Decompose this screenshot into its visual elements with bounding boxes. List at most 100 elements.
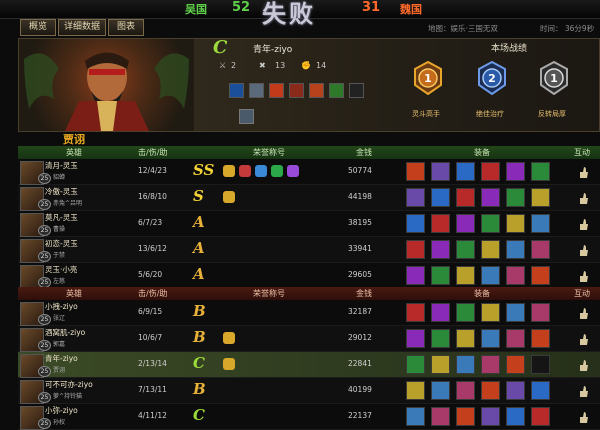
like-icon[interactable]: [578, 333, 588, 345]
item-slot[interactable]: [531, 381, 550, 400]
honor-icon[interactable]: [239, 165, 251, 177]
item-slot[interactable]: [531, 266, 550, 285]
item-slot[interactable]: [456, 188, 475, 207]
item-slot[interactable]: [456, 303, 475, 322]
item-slot[interactable]: [456, 214, 475, 233]
honor-icon[interactable]: [271, 165, 283, 177]
wei-team-score: 31: [362, 0, 381, 15]
like-icon[interactable]: [578, 411, 588, 423]
item-slot[interactable]: [506, 303, 525, 322]
item-slot[interactable]: [431, 266, 450, 285]
item-slot[interactable]: [456, 407, 475, 426]
like-icon[interactable]: [578, 385, 588, 397]
item-slot[interactable]: [506, 188, 525, 207]
item-slot[interactable]: [406, 188, 425, 207]
player-row[interactable]: 25 莫凡-灵玉 曹操 6/7/23 A 38195: [18, 211, 600, 237]
item-slot[interactable]: [406, 214, 425, 233]
item-slot[interactable]: [431, 381, 450, 400]
item-slot[interactable]: [531, 188, 550, 207]
item-slot[interactable]: [481, 407, 500, 426]
item-slot[interactable]: [481, 355, 500, 374]
item-slot[interactable]: [456, 329, 475, 348]
honor-icon[interactable]: [223, 165, 235, 177]
item-slot[interactable]: [481, 381, 500, 400]
item-slot[interactable]: [431, 303, 450, 322]
item-slot[interactable]: [406, 407, 425, 426]
item-slot[interactable]: [481, 303, 500, 322]
item-slot[interactable]: [406, 381, 425, 400]
item-slot[interactable]: [481, 329, 500, 348]
item-slot[interactable]: [481, 266, 500, 285]
item-slot[interactable]: [431, 162, 450, 181]
item-slot[interactable]: [456, 355, 475, 374]
player-row[interactable]: 25 初恋-灵玉 于禁 13/6/12 A 33941: [18, 237, 600, 263]
tab-charts[interactable]: 图表: [108, 19, 144, 36]
player-row[interactable]: 25 灵玉·小亮 左慈 5/6/20 A 29605: [18, 263, 600, 289]
honor-icon[interactable]: [255, 165, 267, 177]
item-slot[interactable]: [431, 407, 450, 426]
item-slot[interactable]: [506, 162, 525, 181]
item-slot[interactable]: [506, 266, 525, 285]
player-row[interactable]: 25 可不可亦-ziyo 萝^持铃猫 7/13/11 B 40199: [18, 378, 600, 404]
like-icon[interactable]: [578, 270, 588, 282]
tab-detailed-data[interactable]: 详细数据: [58, 19, 106, 36]
item-slot[interactable]: [431, 240, 450, 259]
item-slot[interactable]: [481, 214, 500, 233]
like-icon[interactable]: [578, 166, 588, 178]
item-slot[interactable]: [506, 407, 525, 426]
item-slot[interactable]: [456, 266, 475, 285]
item-slot[interactable]: [481, 188, 500, 207]
item-slot[interactable]: [481, 162, 500, 181]
like-icon[interactable]: [578, 244, 588, 256]
item-slot[interactable]: [481, 240, 500, 259]
item-slot[interactable]: [406, 329, 425, 348]
like-icon[interactable]: [578, 307, 588, 319]
item-slot[interactable]: [456, 381, 475, 400]
item-slot[interactable]: [506, 381, 525, 400]
item-slot[interactable]: [431, 214, 450, 233]
item-slot[interactable]: [406, 240, 425, 259]
item-slot[interactable]: [456, 162, 475, 181]
item-slot[interactable]: [531, 162, 550, 181]
item-slot[interactable]: [406, 303, 425, 322]
tab-overview[interactable]: 概览: [20, 19, 56, 36]
player-gold: 29012: [348, 333, 372, 342]
like-icon[interactable]: [578, 218, 588, 230]
item-slot[interactable]: [506, 329, 525, 348]
player-row[interactable]: 25 青年-ziyo 贾诩 2/13/14 C 22841: [18, 352, 600, 378]
item-slot[interactable]: [506, 240, 525, 259]
player-name: 灵玉·小亮: [45, 265, 78, 274]
player-row[interactable]: 25 冷傲-灵玉 赤兔^吕明 16/8/10 S 44198: [18, 185, 600, 211]
player-gold: 29605: [348, 270, 372, 279]
player-row[interactable]: 25 小拽-ziyo 张辽 6/9/15 B 32187: [18, 300, 600, 326]
item-slot[interactable]: [531, 407, 550, 426]
item-slot[interactable]: [431, 329, 450, 348]
kills-value: 2: [231, 61, 237, 70]
item-slot[interactable]: [406, 162, 425, 181]
like-icon[interactable]: [578, 359, 588, 371]
item-slot[interactable]: [431, 355, 450, 374]
honor-icon[interactable]: [223, 358, 235, 370]
item-slot[interactable]: [531, 355, 550, 374]
item-slot[interactable]: [506, 355, 525, 374]
item-slot[interactable]: [456, 240, 475, 259]
col-gear: 装备: [474, 289, 490, 298]
item-slot[interactable]: [531, 240, 550, 259]
player-row[interactable]: 25 小弥-ziyo 孙权 4/11/12 C 22137: [18, 404, 600, 430]
item-slot[interactable]: [531, 303, 550, 322]
item-slot[interactable]: [531, 329, 550, 348]
like-icon[interactable]: [578, 192, 588, 204]
item-slot[interactable]: [406, 355, 425, 374]
honor-icon[interactable]: [287, 165, 299, 177]
player-gold: 38195: [348, 218, 372, 227]
honor-icon[interactable]: [223, 332, 235, 344]
item-slot[interactable]: [431, 188, 450, 207]
item-slot[interactable]: [531, 214, 550, 233]
honor-icon[interactable]: [223, 191, 235, 203]
item-slot[interactable]: [406, 266, 425, 285]
player-row[interactable]: 25 清月-灵玉 貂蝉 12/4/23 SS 50774: [18, 159, 600, 185]
player-kda: 6/7/23: [138, 218, 163, 227]
player-gold: 33941: [348, 244, 372, 253]
item-slot[interactable]: [506, 214, 525, 233]
player-row[interactable]: 25 酒窝肌-ziyo 郭嘉 10/6/7 B 29012: [18, 326, 600, 352]
